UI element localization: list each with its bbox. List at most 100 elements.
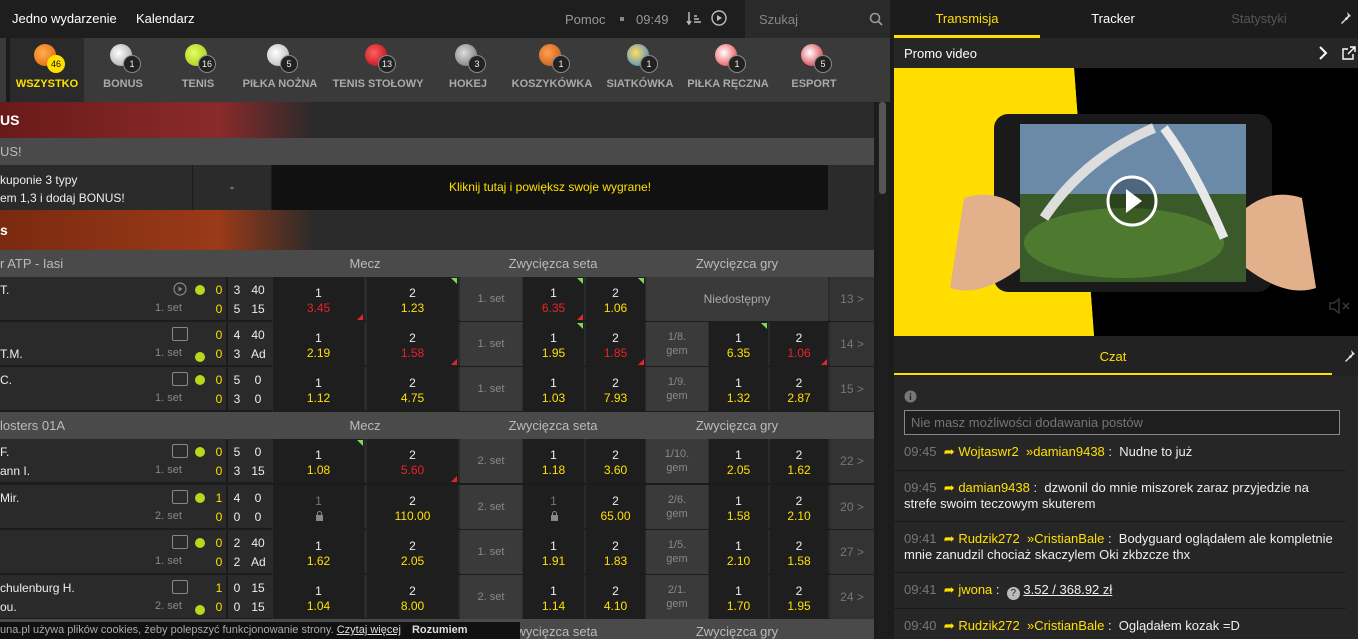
odds-game-2[interactable]: 2 1.06 [769,322,828,366]
tab-transmission[interactable]: Transmisja [894,11,1040,26]
search-input[interactable] [759,10,859,28]
more-markets-button[interactable]: 14 > [830,322,874,366]
play-circle-icon[interactable] [711,10,727,26]
odds-set-2[interactable]: 2 3.60 [585,439,645,483]
tennis-section-header[interactable]: s [0,210,874,250]
match-row[interactable]: chulenburg H. ou. 2. set 1 0 0 0 15 15 1 1.04 2 8.00… [0,575,874,619]
odds-match-1[interactable]: 1 1.04 [272,575,364,619]
odds-game-2[interactable]: 2 1.58 [769,530,828,574]
chat-user[interactable]: Rudzik272 [958,618,1019,633]
chat-pin-icon[interactable] [1344,349,1356,363]
odds-match-1[interactable]: 1 1.12 [272,367,364,411]
tracker-field-icon[interactable] [172,444,188,458]
odds-set-1[interactable]: 1 [522,485,584,529]
match-row[interactable]: F. ann I. 1. set 0 0 5 3 0 15 1 1.08 2 5.60 2. set 1 1.… [0,439,874,483]
league-header[interactable]: r ATP - Iasi Mecz Zwycięzca seta Zwycięzca … [0,250,874,277]
odds-game-1[interactable]: 1 1.32 [708,367,768,411]
odds-game-1[interactable]: 1 2.10 [708,530,768,574]
sport-tab-all[interactable]: 46 WSZYSTKO [6,38,84,102]
nav-single-event[interactable]: Jedno wydarzenie [12,11,117,26]
odds-match-1[interactable]: 1 3.45 [272,277,364,321]
sport-tab-hockey[interactable]: 3 HOKEJ [430,38,506,102]
chat-user[interactable]: Wojtaswr2 [958,444,1018,459]
odds-match-2[interactable]: 2 4.75 [366,367,458,411]
more-markets-button[interactable]: 22 > [830,439,874,483]
tracker-field-icon[interactable] [172,490,188,504]
odds-match-2[interactable]: 2 5.60 [366,439,458,483]
tab-tracker[interactable]: Tracker [1040,11,1186,26]
help-link[interactable]: Pomoc [565,12,605,27]
tracker-field-icon[interactable] [172,580,188,594]
sport-tab-bonus[interactable]: 1 BONUS [84,38,162,102]
odds-match-1[interactable]: 1 [272,485,364,529]
odds-set-1[interactable]: 1 1.95 [522,322,584,366]
odds-game-2[interactable]: 2 2.10 [769,485,828,529]
chat-input[interactable] [904,410,1340,435]
odds-set-2[interactable]: 2 1.83 [585,530,645,574]
odds-game-2[interactable]: 2 1.95 [769,575,828,619]
chat-user[interactable]: Rudzik272 [958,531,1019,546]
odds-set-2[interactable]: 2 7.93 [585,367,645,411]
match-row[interactable]: Mir. 2. set 1 0 4 0 0 0 1 2 110.00 2. set 1 2 65.00 2/6… [0,485,874,529]
search-icon[interactable] [869,12,883,26]
match-row[interactable]: C. 1. set 0 0 5 3 0 0 1 1.12 2 4.75 1. set 1 1.03 2 7.93… [0,367,874,411]
odds-match-1[interactable]: 1 1.62 [272,530,364,574]
bonus-cta-button[interactable]: Kliknij tutaj i powiększ swoje wygrane! [272,165,828,210]
more-markets-button[interactable]: 24 > [830,575,874,619]
odds-set-2[interactable]: 2 65.00 [585,485,645,529]
sport-tab-tennis[interactable]: 16 TENIS [162,38,234,102]
odds-game-1[interactable]: 1 6.35 [708,322,768,366]
mute-icon[interactable] [1328,296,1352,316]
sport-tab-football[interactable]: 5 PIŁKA NOŻNA [234,38,326,102]
odds-set-2[interactable]: 2 1.85 [585,322,645,366]
cookie-accept-button[interactable]: Rozumiem [412,624,468,636]
odds-game-2[interactable]: 2 2.87 [769,367,828,411]
match-row[interactable]: T. 1. set 0 0 3 5 40 15 1 3.45 2 1.23 1. set 1 6.35 2 1.… [0,277,874,321]
pin-icon[interactable] [1340,11,1352,25]
sport-tab-handball[interactable]: 1 PIŁKA RĘCZNA [682,38,774,102]
odds-set-1[interactable]: 1 1.18 [522,439,584,483]
cookie-read-more-link[interactable]: Czytaj więcej [337,624,401,636]
odds-set-1[interactable]: 1 1.14 [522,575,584,619]
odds-game-1[interactable]: 1 1.70 [708,575,768,619]
odds-set-1[interactable]: 1 1.91 [522,530,584,574]
sport-tab-basketball[interactable]: 1 KOSZYKÓWKA [506,38,598,102]
more-markets-button[interactable]: 13 > [830,277,874,321]
chat-user[interactable]: jwona [958,582,992,597]
info-icon[interactable] [904,390,917,403]
league-header[interactable]: losters 01A Mecz Zwycięzca seta Zwycięzca g… [0,412,874,439]
nav-calendar[interactable]: Kalendarz [136,11,195,26]
odds-match-1[interactable]: 1 2.19 [272,322,364,366]
odds-match-2[interactable]: 2 110.00 [366,485,458,529]
video-player[interactable] [894,68,1358,336]
more-markets-button[interactable]: 27 > [830,530,874,574]
odds-game-1[interactable]: 1 2.05 [708,439,768,483]
odds-match-2[interactable]: 2 2.05 [366,530,458,574]
more-markets-button[interactable]: 15 > [830,367,874,411]
odds-match-2[interactable]: 2 8.00 [366,575,458,619]
main-scrollbar[interactable] [878,102,887,639]
odds-set-1[interactable]: 1 6.35 [522,277,584,321]
chat-user[interactable]: damian9438 [958,480,1030,495]
sport-tab-esport[interactable]: 5 ESPORT [774,38,854,102]
external-link-icon[interactable] [1342,46,1356,60]
odds-set-2[interactable]: 2 1.06 [585,277,645,321]
more-markets-button[interactable]: 20 > [830,485,874,529]
odds-match-1[interactable]: 1 1.08 [272,439,364,483]
odds-match-2[interactable]: 2 1.58 [366,322,458,366]
tracker-field-icon[interactable] [172,535,188,549]
chat-reply-to[interactable]: damian9438 [1033,444,1105,459]
match-row[interactable]: T.M. 1. set 0 0 4 3 40 Ad 1 2.19 2 1.58 1. set 1 1.95 2… [0,322,874,366]
stream-play-icon[interactable] [173,282,187,296]
sport-tab-table-tennis[interactable]: 13 TENIS STOŁOWY [326,38,430,102]
scrollbar-thumb[interactable] [879,102,886,194]
tracker-field-icon[interactable] [172,327,188,341]
chat-reply-to[interactable]: CristianBale [1034,618,1104,633]
odds-game-1[interactable]: 1 1.58 [708,485,768,529]
sort-icon[interactable] [686,10,702,26]
chat-text[interactable]: 3.52 / 368.92 zł [1023,582,1112,597]
tracker-field-icon[interactable] [172,372,188,386]
sport-tab-volleyball[interactable]: 1 SIATKÓWKA [598,38,682,102]
odds-game-2[interactable]: 2 1.62 [769,439,828,483]
odds-set-2[interactable]: 2 4.10 [585,575,645,619]
